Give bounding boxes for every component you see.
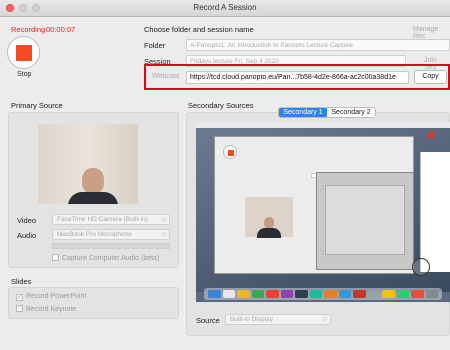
webcast-url-field[interactable]: https://tcd.cloud.panopto.eu/Pan...7b58-… <box>186 71 409 84</box>
audio-label: Audio <box>17 231 37 240</box>
preview-record-icon <box>223 145 237 159</box>
preview-side-window <box>420 152 450 272</box>
slides-header: Slides <box>11 277 32 286</box>
record-powerpoint-option[interactable]: ✓ Record PowerPoint <box>16 293 86 301</box>
preview-dock <box>204 288 442 300</box>
video-label: Video <box>17 216 37 225</box>
record-powerpoint-checkbox[interactable]: ✓ <box>16 294 23 301</box>
chevron-down-icon: ◇ <box>161 232 166 238</box>
person-body <box>68 192 118 204</box>
secondary-source-select[interactable]: Built-in Display ◇ <box>225 314 331 325</box>
primary-video-preview <box>38 124 138 204</box>
primary-source-header: Primary Source <box>11 101 63 110</box>
stop-icon <box>16 45 32 61</box>
audio-source-select[interactable]: MacBook Pro Microphone ◇ <box>52 229 170 240</box>
secondary-source-value: Built-in Display <box>230 316 273 323</box>
chevron-down-icon: ◇ <box>322 317 327 323</box>
secondary-sources-header: Secondary Sources <box>188 101 254 110</box>
record-keynote-label: Record Keynote <box>26 306 77 313</box>
stop-button[interactable] <box>7 36 40 69</box>
webcast-label: Webcast <box>152 73 180 80</box>
tab-secondary-2[interactable]: Secondary 2 <box>327 108 375 117</box>
folder-field[interactable]: A-Panopto1: An Introduction to Panopto L… <box>186 39 450 51</box>
capture-audio-label: Capture Computer Audio (beta) <box>62 255 160 262</box>
recording-status: Recording <box>11 25 46 34</box>
audio-source-value: MacBook Pro Microphone <box>57 231 132 238</box>
preview-camera-thumbnail <box>245 197 293 238</box>
video-source-select[interactable]: FaceTime HD Camera (Built-in) ◇ <box>52 214 170 225</box>
chevron-down-icon: ◇ <box>161 217 166 223</box>
record-powerpoint-label: Record PowerPoint <box>26 293 87 300</box>
copy-button[interactable]: Copy <box>414 70 447 84</box>
source-label: Source <box>196 316 220 325</box>
recording-timer: 00:00:07 <box>46 25 76 34</box>
capture-audio-checkbox[interactable] <box>52 254 59 261</box>
preview-red-marker <box>428 132 434 138</box>
screen-capture-preview <box>196 122 450 302</box>
preview-cursor-circle <box>412 258 430 276</box>
tab-secondary-1[interactable]: Secondary 1 <box>279 108 327 117</box>
session-header: Choose folder and session name <box>144 25 254 34</box>
secondary-tabs: Secondary 1 Secondary 2 <box>278 107 376 118</box>
stop-label: Stop <box>17 71 32 78</box>
window-title: Record A Session <box>193 3 257 12</box>
video-source-value: FaceTime HD Camera (Built-in) <box>57 216 148 223</box>
record-keynote-option[interactable]: Record Keynote <box>16 305 76 313</box>
folder-label: Folder <box>144 41 166 50</box>
title-bar: Record A Session <box>0 0 450 17</box>
manage-recordings-link[interactable]: Manage Rec <box>413 26 450 40</box>
person-head <box>82 168 104 194</box>
slides-panel <box>8 287 179 319</box>
capture-audio-option[interactable]: Capture Computer Audio (beta) <box>52 254 159 262</box>
preview-nested-window <box>316 172 414 270</box>
record-keynote-checkbox[interactable] <box>16 305 23 312</box>
audio-level-meter <box>52 243 171 249</box>
